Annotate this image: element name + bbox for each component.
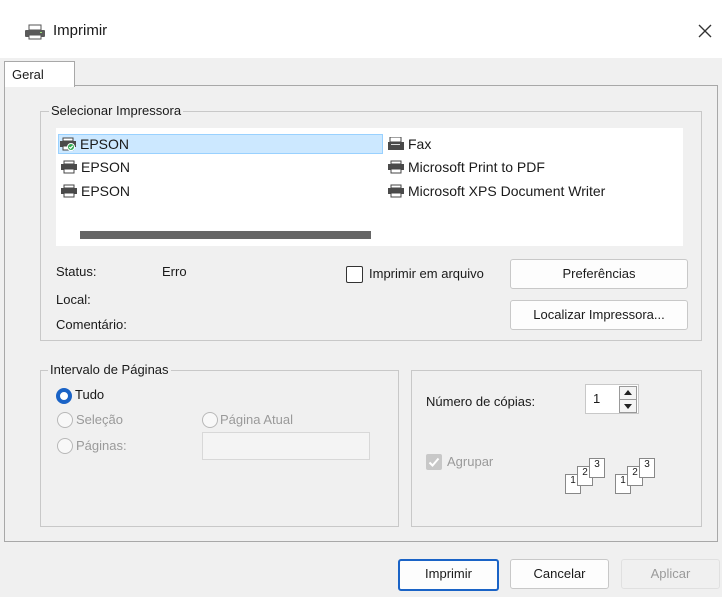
copies-value: 1 <box>593 391 601 406</box>
horizontal-scrollbar-thumb[interactable] <box>80 231 371 239</box>
radio-pages-label: Páginas: <box>76 438 127 453</box>
radio-selection-label: Seleção <box>76 412 123 427</box>
fax-icon <box>387 136 405 151</box>
printer-item-epson-3[interactable]: EPSON <box>60 182 130 200</box>
apply-button[interactable]: Aplicar <box>621 559 720 589</box>
radio-current-page[interactable] <box>202 412 218 428</box>
printer-item-epson-2[interactable]: EPSON <box>60 158 130 176</box>
printer-icon <box>24 24 46 40</box>
printer-name: Microsoft Print to PDF <box>408 159 545 175</box>
copies-spinner[interactable]: 1 <box>585 384 639 414</box>
status-value: Erro <box>162 264 187 279</box>
radio-current-page-label: Página Atual <box>220 412 294 427</box>
print-button[interactable]: Imprimir <box>398 559 499 591</box>
close-icon <box>698 24 712 38</box>
printer-icon <box>387 160 405 174</box>
printer-icon <box>387 184 405 198</box>
printer-item-fax[interactable]: Fax <box>387 135 431 153</box>
window-title: Imprimir <box>53 22 108 39</box>
printer-name: Microsoft XPS Document Writer <box>408 183 606 199</box>
collate-page-3b: 3 <box>639 458 655 478</box>
printer-group-label: Selecionar Impressora <box>49 103 184 118</box>
find-printer-button[interactable]: Localizar Impressora... <box>510 300 688 330</box>
pages-input[interactable] <box>202 432 370 460</box>
collate-illustration-icon: 1 2 3 1 2 3 <box>565 458 691 494</box>
printer-item-epson-1[interactable]: EPSON <box>58 134 383 154</box>
arrow-down-icon <box>624 404 632 409</box>
collate-page-3: 3 <box>589 458 605 478</box>
tab-label: Geral <box>12 67 44 82</box>
radio-all-label: Tudo <box>75 387 105 402</box>
printer-list[interactable]: EPSON EPSON EPSON Fax Microsoft Print to… <box>56 128 683 246</box>
status-label: Status: <box>56 264 97 279</box>
radio-selection[interactable] <box>57 412 73 428</box>
copies-label: Número de cópias: <box>426 394 536 409</box>
location-label: Local: <box>56 292 91 307</box>
print-to-file-checkbox[interactable] <box>346 266 363 283</box>
page-range-group-label: Intervalo de Páginas <box>48 362 171 377</box>
printer-name: Fax <box>408 136 432 152</box>
comment-label: Comentário: <box>56 317 127 332</box>
collate-label: Agrupar <box>447 454 494 469</box>
print-dialog: Imprimir Geral Selecionar Impressora EPS… <box>0 0 722 597</box>
checkmark-icon <box>428 457 440 467</box>
spin-up-button[interactable] <box>619 386 637 400</box>
collate-checkbox[interactable] <box>426 454 442 470</box>
close-button[interactable] <box>690 14 722 48</box>
printer-icon <box>60 184 78 198</box>
printer-default-icon <box>59 137 77 151</box>
printer-name: EPSON <box>81 159 131 175</box>
preferences-button[interactable]: Preferências <box>510 259 688 289</box>
spin-down-button[interactable] <box>619 399 637 413</box>
printer-icon <box>60 160 78 174</box>
cancel-button[interactable]: Cancelar <box>510 559 609 589</box>
tab-geral[interactable]: Geral <box>4 61 75 87</box>
printer-item-xps-writer[interactable]: Microsoft XPS Document Writer <box>387 182 605 200</box>
radio-pages[interactable] <box>57 438 73 454</box>
radio-all[interactable] <box>56 388 72 404</box>
print-to-file-label: Imprimir em arquivo <box>369 266 484 281</box>
printer-name: EPSON <box>81 183 131 199</box>
printer-item-print-to-pdf[interactable]: Microsoft Print to PDF <box>387 158 545 176</box>
title-bar: Imprimir <box>0 0 722 58</box>
printer-name: EPSON <box>80 136 130 152</box>
arrow-up-icon <box>624 390 632 395</box>
